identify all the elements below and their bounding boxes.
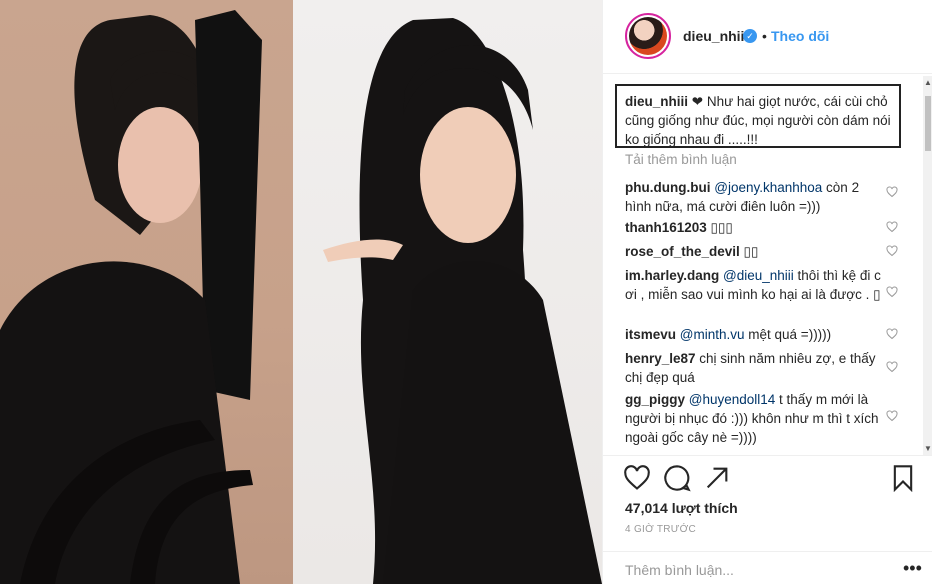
comment-like-icon[interactable] <box>886 221 898 233</box>
add-comment-input[interactable] <box>625 562 895 578</box>
post-actions: 47,014 lượt thích 4 GIỜ TRƯỚC ••• <box>603 455 932 584</box>
more-options-icon[interactable]: ••• <box>903 558 922 579</box>
caption-username[interactable]: dieu_nhiii <box>625 94 688 109</box>
comment-like-icon[interactable] <box>886 410 898 422</box>
comment-item: itsmevu @minth.vu mệt quá =))))) <box>625 325 887 344</box>
load-more-comments[interactable]: Tải thêm bình luận <box>625 152 737 167</box>
comment-mention[interactable]: @huyendoll14 <box>689 392 776 407</box>
comment-text: mệt quá =))))) <box>744 327 832 342</box>
comment-like-icon[interactable] <box>886 186 898 198</box>
comments-list[interactable]: dieu_nhiii ❤ Như hai giọt nước, cái cùi … <box>603 74 932 455</box>
avatar[interactable] <box>625 13 671 59</box>
bookmark-icon[interactable] <box>889 464 917 492</box>
comment-like-icon[interactable] <box>886 328 898 340</box>
comment-like-icon[interactable] <box>886 286 898 298</box>
comment-item: thanh161203 ▯▯▯ <box>625 218 887 237</box>
comments-scrollbar[interactable]: ▲ ▼ <box>923 76 932 455</box>
comment-username[interactable]: thanh161203 <box>625 220 707 235</box>
comment-username[interactable]: phu.dung.bui <box>625 180 710 195</box>
comment-username[interactable]: im.harley.dang <box>625 268 719 283</box>
add-comment-row: ••• <box>603 551 932 584</box>
heart-icon[interactable] <box>623 464 651 492</box>
comment-item: henry_le87 chị sinh năm nhiêu zợ, e thấy… <box>625 349 887 387</box>
scroll-up-arrow-icon[interactable]: ▲ <box>924 78 932 87</box>
photo-right-half <box>293 0 602 584</box>
post-header: dieu_nhiii ✓ • Theo dõi <box>603 0 932 74</box>
comment-item: phu.dung.bui @joeny.khanhhoa còn 2 hình … <box>625 178 887 216</box>
comment-text: ▯▯ <box>739 244 759 259</box>
comment-like-icon[interactable] <box>886 245 898 257</box>
comment-mention[interactable]: @joeny.khanhhoa <box>714 180 822 195</box>
verified-check-icon: ✓ <box>743 29 757 43</box>
header-username[interactable]: dieu_nhiii <box>683 28 748 44</box>
comment-item: rose_of_the_devil ▯▯ <box>625 242 887 261</box>
post-side-panel: dieu_nhiii ✓ • Theo dõi dieu_nhiii ❤ Như… <box>602 0 932 584</box>
comment-username[interactable]: rose_of_the_devil <box>625 244 740 259</box>
comment-item: im.harley.dang @dieu_nhiii thôi thì kệ đ… <box>625 266 887 304</box>
caption: dieu_nhiii ❤ Như hai giọt nước, cái cùi … <box>615 84 901 148</box>
comment-username[interactable]: gg_piggy <box>625 392 685 407</box>
scrollbar-thumb[interactable] <box>925 96 931 151</box>
comment-mention[interactable]: @minth.vu <box>680 327 745 342</box>
scroll-down-arrow-icon[interactable]: ▼ <box>924 444 932 453</box>
comment-text: ▯▯▯ <box>706 220 733 235</box>
comment-icon[interactable] <box>663 464 691 492</box>
follow-button[interactable]: Theo dõi <box>771 28 829 44</box>
post-timestamp: 4 GIỜ TRƯỚC <box>625 524 697 535</box>
comment-like-icon[interactable] <box>886 361 898 373</box>
post-photo[interactable] <box>0 0 602 584</box>
photo-left-half <box>0 0 293 584</box>
comment-username[interactable]: itsmevu <box>625 327 676 342</box>
comment-username[interactable]: henry_le87 <box>625 351 696 366</box>
share-icon[interactable] <box>703 464 731 492</box>
comment-mention[interactable]: @dieu_nhiii <box>723 268 794 283</box>
comment-item: gg_piggy @huyendoll14 t thấy m mới là ng… <box>625 390 887 447</box>
likes-count[interactable]: 47,014 lượt thích <box>625 500 738 516</box>
header-dot-separator: • <box>762 28 767 44</box>
